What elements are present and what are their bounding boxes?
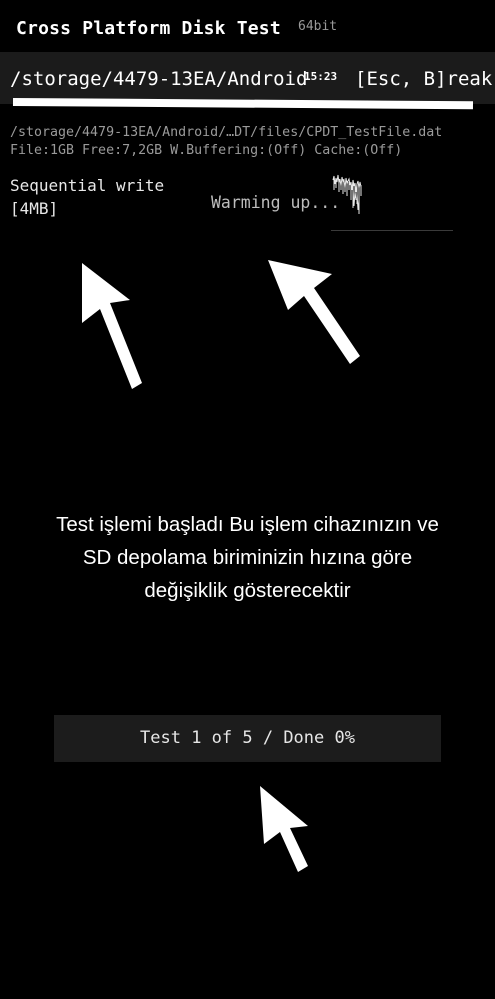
message-line: SD depolama biriminizin hızına göre <box>82 546 413 569</box>
path-bar[interactable]: /storage/4479-13EA/Android 15:23 [Esc, B… <box>0 52 495 104</box>
current-path[interactable]: /storage/4479-13EA/Android <box>10 68 307 90</box>
graph-baseline <box>331 230 453 231</box>
speed-graph <box>332 174 362 214</box>
warming-status: Warming up... <box>211 193 341 212</box>
test-name: Sequential write [4MB] <box>10 174 164 220</box>
file-path-line: /storage/4479-13EA/Android/…DT/files/CPD… <box>10 125 443 140</box>
arrow-icon <box>260 786 308 872</box>
block-size: [4MB] <box>10 199 59 218</box>
arrow-icon <box>82 263 142 389</box>
info-message: Test işlemi başladı Bu işlem cihazınızın… <box>0 508 495 607</box>
file-info: /storage/4479-13EA/Android/…DT/files/CPD… <box>10 124 442 160</box>
speed-graph-trace <box>332 174 362 214</box>
message-line: Test işlemi başladı Bu işlem cihazınızın… <box>56 513 439 536</box>
message-line: değişiklik gösterecektir <box>144 579 351 602</box>
progress-label: Test 1 of 5 / Done 0% <box>140 728 355 748</box>
arrow-icon <box>268 260 360 364</box>
elapsed-time: 15:23 <box>304 70 338 83</box>
app-header: Cross Platform Disk Test 64bit <box>0 0 495 52</box>
file-settings-line: File:1GB Free:7,2GB W.Buffering:(Off) Ca… <box>10 143 403 158</box>
progress-box: Test 1 of 5 / Done 0% <box>54 715 441 762</box>
arch-label: 64bit <box>298 19 338 34</box>
test-type: Sequential write <box>10 176 165 195</box>
break-button[interactable]: [Esc, B]reak <box>355 68 492 90</box>
app-title: Cross Platform Disk Test <box>16 18 281 39</box>
